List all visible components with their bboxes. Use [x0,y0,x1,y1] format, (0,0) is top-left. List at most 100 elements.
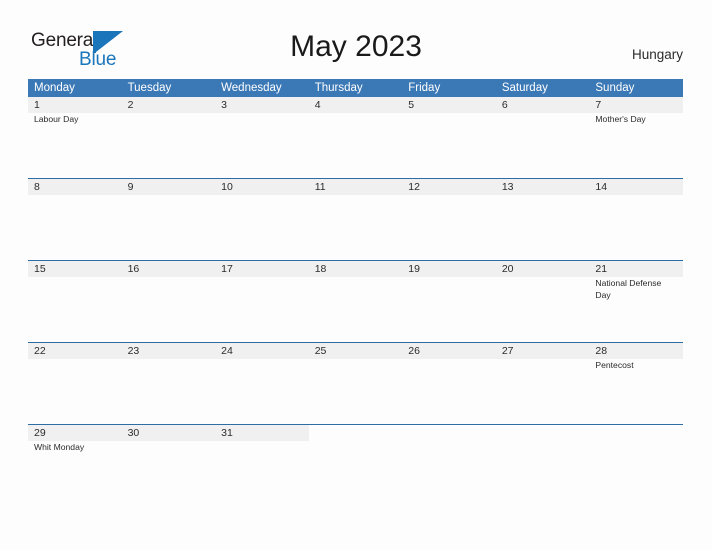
day-events [128,441,216,442]
calendar-day-cell[interactable]: 29 Whit Monday [28,425,122,506]
weekday-header-cell: Sunday [595,82,635,94]
day-number: 22 [34,345,46,357]
holiday-event-label: Pentecost [595,360,634,370]
day-events [128,277,216,278]
weekday-header-cell: Saturday [501,82,548,94]
calendar-day-cell[interactable]: 6 [496,97,590,178]
calendar-day-cell[interactable]: 16 [122,261,216,342]
calendar-grid: Monday Tuesday Wednesday Thursday Friday Satu… [28,79,683,506]
calendar-day-cell[interactable]: 9 [122,179,216,260]
day-number: 10 [221,181,233,193]
calendar-day-cell[interactable]: 10 [215,179,309,260]
page-header: General Blue May 2023 Hungary [0,0,712,76]
day-events [34,359,122,360]
calendar-day-cell[interactable]: 2 [122,97,216,178]
day-events [128,359,216,360]
day-number: 28 [595,345,608,357]
day-events [128,113,216,114]
calendar-day-cell[interactable]: 22 [28,343,122,424]
day-events [221,113,309,114]
calendar-day-cell[interactable]: 14 [589,179,683,260]
day-number: 24 [221,345,233,357]
day-number: 29 [34,427,46,439]
day-number: 23 [127,345,140,357]
calendar-day-cell[interactable]: 1 Labour Day [28,97,122,178]
calendar-day-cell[interactable]: 8 [28,179,122,260]
day-events [315,113,403,114]
day-number: 4 [314,99,321,111]
day-number: 20 [501,263,514,275]
day-cells: 1 Labour Day 2 3 4 5 6 7 Mother's Day [28,97,683,178]
day-events [595,195,683,196]
calendar-week-row: 29 Whit Monday 30 31 [28,424,683,506]
day-cells: 15 16 17 18 19 20 21 National Defense Day [28,261,683,342]
day-events [221,359,309,360]
calendar-day-cell[interactable]: 24 [215,343,309,424]
day-events [315,195,403,196]
day-events [408,113,496,114]
day-events: Pentecost [595,359,683,372]
day-events [221,277,309,278]
day-cells: 8 9 10 11 12 13 14 [28,179,683,260]
holiday-event-label: Labour Day [34,114,79,124]
calendar-day-cell[interactable]: 28 Pentecost [589,343,683,424]
weekday-header-cell: Tuesday [127,82,172,94]
day-events: Labour Day [34,113,122,126]
day-events [221,441,309,442]
calendar-week-row: 1 Labour Day 2 3 4 5 6 7 Mother's Day [28,97,683,178]
holiday-event-label: Whit Monday [34,442,85,452]
weekday-header-row: Monday Tuesday Wednesday Thursday Friday Satu… [28,79,683,97]
day-number: 17 [221,263,233,275]
day-number: 6 [501,99,508,111]
day-number: 8 [34,181,40,193]
day-number: 3 [221,99,227,111]
weekday-header-cell: Monday [34,82,75,94]
calendar-day-cell[interactable]: 18 [309,261,403,342]
calendar-empty-cell [309,425,403,506]
day-events [502,277,590,278]
calendar-day-cell[interactable]: 4 [309,97,403,178]
holiday-event-label: Mother's Day [595,114,646,124]
day-number: 16 [127,263,140,275]
day-number: 14 [595,181,608,193]
calendar-day-cell[interactable]: 5 [402,97,496,178]
day-number: 31 [221,427,233,439]
day-events [408,277,496,278]
day-events [34,195,122,196]
calendar-day-cell[interactable]: 26 [402,343,496,424]
day-number: 15 [34,263,46,275]
calendar-day-cell[interactable]: 3 [215,97,309,178]
calendar-day-cell[interactable]: 25 [309,343,403,424]
day-events [502,359,590,360]
day-events [408,359,496,360]
day-number: 25 [314,345,327,357]
calendar-day-cell[interactable]: 19 [402,261,496,342]
calendar-day-cell[interactable]: 31 [215,425,309,506]
day-events: Whit Monday [34,441,122,454]
calendar-day-cell[interactable]: 23 [122,343,216,424]
calendar-day-cell[interactable]: 30 [122,425,216,506]
weekday-header-cell: Thursday [314,82,363,94]
day-number: 27 [501,345,514,357]
day-number: 1 [34,99,40,111]
calendar-day-cell[interactable]: 15 [28,261,122,342]
calendar-empty-cell [402,425,496,506]
calendar-week-rows: 1 Labour Day 2 3 4 5 6 7 Mother's Day 8 9 10 11 12 13 1… [28,97,683,506]
calendar-day-cell[interactable]: 17 [215,261,309,342]
day-cells: 22 23 24 25 26 27 28 Pentecost [28,343,683,424]
day-events [221,195,309,196]
calendar-day-cell[interactable]: 13 [496,179,590,260]
day-events [34,277,122,278]
day-number: 19 [408,263,420,275]
calendar-day-cell[interactable]: 20 [496,261,590,342]
calendar-day-cell[interactable]: 7 Mother's Day [589,97,683,178]
calendar-day-cell[interactable]: 21 National Defense Day [589,261,683,342]
calendar-day-cell[interactable]: 27 [496,343,590,424]
day-events [408,195,496,196]
day-number: 2 [127,99,134,111]
day-events [502,113,590,114]
calendar-day-cell[interactable]: 11 [309,179,403,260]
day-events [315,277,403,278]
calendar-day-cell[interactable]: 12 [402,179,496,260]
calendar-week-row: 15 16 17 18 19 20 21 National Defense Day [28,260,683,342]
